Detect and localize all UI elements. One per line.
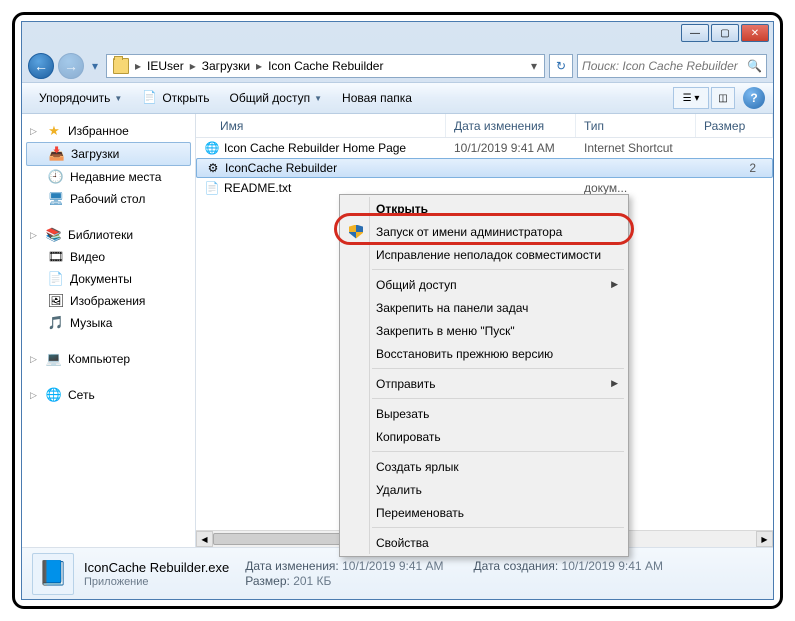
separator [372,398,624,399]
separator [372,451,624,452]
sidebar-item-music[interactable]: 🎵Музыка [22,312,195,334]
address-dropdown[interactable]: ▾ [526,59,542,73]
favorites-header[interactable]: ▷★Избранное [22,120,195,142]
search-input[interactable] [582,59,747,73]
library-icon: 📚 [46,227,62,243]
ctx-create-shortcut[interactable]: Создать ярлык [342,455,626,478]
ctx-delete[interactable]: Удалить [342,478,626,501]
download-icon: 📥 [49,146,65,162]
crumb-ieuser[interactable]: IEUser [143,59,188,73]
sidebar-item-documents[interactable]: 📄Документы [22,268,195,290]
sidebar-item-downloads[interactable]: 📥Загрузки [26,142,191,166]
view-options-button[interactable]: ☰ ▾ [673,87,709,109]
forward-button[interactable]: → [58,53,84,79]
scroll-left-button[interactable]: ◀ [196,531,213,547]
ctx-pin-start[interactable]: Закрепить в меню "Пуск" [342,319,626,342]
separator [372,269,624,270]
submenu-arrow-icon: ▶ [611,378,618,389]
nav-row: ← → ▾ ▸ IEUser ▸ Загрузки ▸ Icon Cache R… [22,50,773,82]
titlebar: — ▢ ✕ [22,22,773,50]
navigation-pane: ▷★Избранное 📥Загрузки 🕘Недавние места 🖥Р… [22,114,196,547]
ctx-troubleshoot-compat[interactable]: Исправление неполадок совместимости [342,243,626,266]
crumb-downloads[interactable]: Загрузки [198,59,254,73]
back-button[interactable]: ← [28,53,54,79]
file-row[interactable]: 🌐Icon Cache Rebuilder Home Page 10/1/201… [196,138,773,158]
file-large-icon: 📘 [32,553,74,595]
libraries-header[interactable]: ▷📚Библиотеки [22,224,195,246]
ctx-rename[interactable]: Переименовать [342,501,626,524]
ctx-open[interactable]: Открыть [342,197,626,220]
maximize-button[interactable]: ▢ [711,24,739,42]
computer-header[interactable]: ▷💻Компьютер [22,348,195,370]
folder-icon [113,58,129,74]
column-type[interactable]: Тип [576,114,696,137]
ctx-properties[interactable]: Свойства [342,531,626,554]
column-name[interactable]: Имя [196,114,446,137]
refresh-button[interactable]: ↻ [549,54,573,78]
ctx-run-as-admin[interactable]: Запуск от имени администратора [342,220,626,243]
details-filename: IconCache Rebuilder.exe [84,560,229,575]
chevron-right-icon[interactable]: ▸ [188,59,198,73]
column-headers: Имя Дата изменения Тип Размер [196,114,773,138]
nav-history-dropdown[interactable]: ▾ [88,56,102,76]
submenu-arrow-icon: ▶ [611,279,618,290]
scroll-right-button[interactable]: ▶ [756,531,773,547]
open-icon: 📄 [142,90,158,106]
music-icon: 🎵 [48,315,64,331]
column-date[interactable]: Дата изменения [446,114,576,137]
network-icon: 🌐 [46,387,62,403]
desktop-icon: 🖥 [48,191,64,207]
separator [372,527,624,528]
txt-icon: 📄 [204,180,220,196]
ctx-copy[interactable]: Копировать [342,425,626,448]
ctx-pin-taskbar[interactable]: Закрепить на панели задач [342,296,626,319]
ctx-cut[interactable]: Вырезать [342,402,626,425]
shortcut-icon: 🌐 [204,140,220,156]
recent-icon: 🕘 [48,169,64,185]
exe-icon: ⚙ [205,160,221,176]
ctx-restore-previous[interactable]: Восстановить прежнюю версию [342,342,626,365]
ctx-share[interactable]: Общий доступ▶ [342,273,626,296]
toolbar: Упорядочить▼ 📄Открыть Общий доступ▼ Нова… [22,82,773,114]
shield-icon [348,224,364,240]
details-filetype: Приложение [84,576,229,588]
image-icon: 🖼 [48,293,64,309]
network-header[interactable]: ▷🌐Сеть [22,384,195,406]
screenshot-frame: — ▢ ✕ ← → ▾ ▸ IEUser ▸ Загрузки ▸ Icon C… [12,12,783,609]
share-button[interactable]: Общий доступ▼ [220,86,331,110]
crumb-current[interactable]: Icon Cache Rebuilder [264,59,387,73]
minimize-button[interactable]: — [681,24,709,42]
video-icon: 🎞 [48,249,64,265]
ctx-send-to[interactable]: Отправить▶ [342,372,626,395]
sidebar-item-recent[interactable]: 🕘Недавние места [22,166,195,188]
context-menu: Открыть Запуск от имени администратора И… [339,194,629,557]
close-button[interactable]: ✕ [741,24,769,42]
chevron-right-icon[interactable]: ▸ [254,59,264,73]
sidebar-item-desktop[interactable]: 🖥Рабочий стол [22,188,195,210]
search-icon[interactable]: 🔍 [747,59,762,73]
search-box[interactable]: 🔍 [577,54,767,78]
help-button[interactable]: ? [743,87,765,109]
star-icon: ★ [46,123,62,139]
organize-button[interactable]: Упорядочить▼ [30,86,131,110]
chevron-right-icon[interactable]: ▸ [133,59,143,73]
address-bar[interactable]: ▸ IEUser ▸ Загрузки ▸ Icon Cache Rebuild… [106,54,545,78]
document-icon: 📄 [48,271,64,287]
computer-icon: 💻 [46,351,62,367]
new-folder-button[interactable]: Новая папка [333,86,421,110]
open-button[interactable]: 📄Открыть [133,85,218,111]
preview-pane-button[interactable]: ◫ [711,87,735,109]
sidebar-item-videos[interactable]: 🎞Видео [22,246,195,268]
sidebar-item-pictures[interactable]: 🖼Изображения [22,290,195,312]
file-row[interactable]: ⚙IconCache Rebuilder 2 [196,158,773,178]
column-size[interactable]: Размер [696,114,773,137]
separator [372,368,624,369]
